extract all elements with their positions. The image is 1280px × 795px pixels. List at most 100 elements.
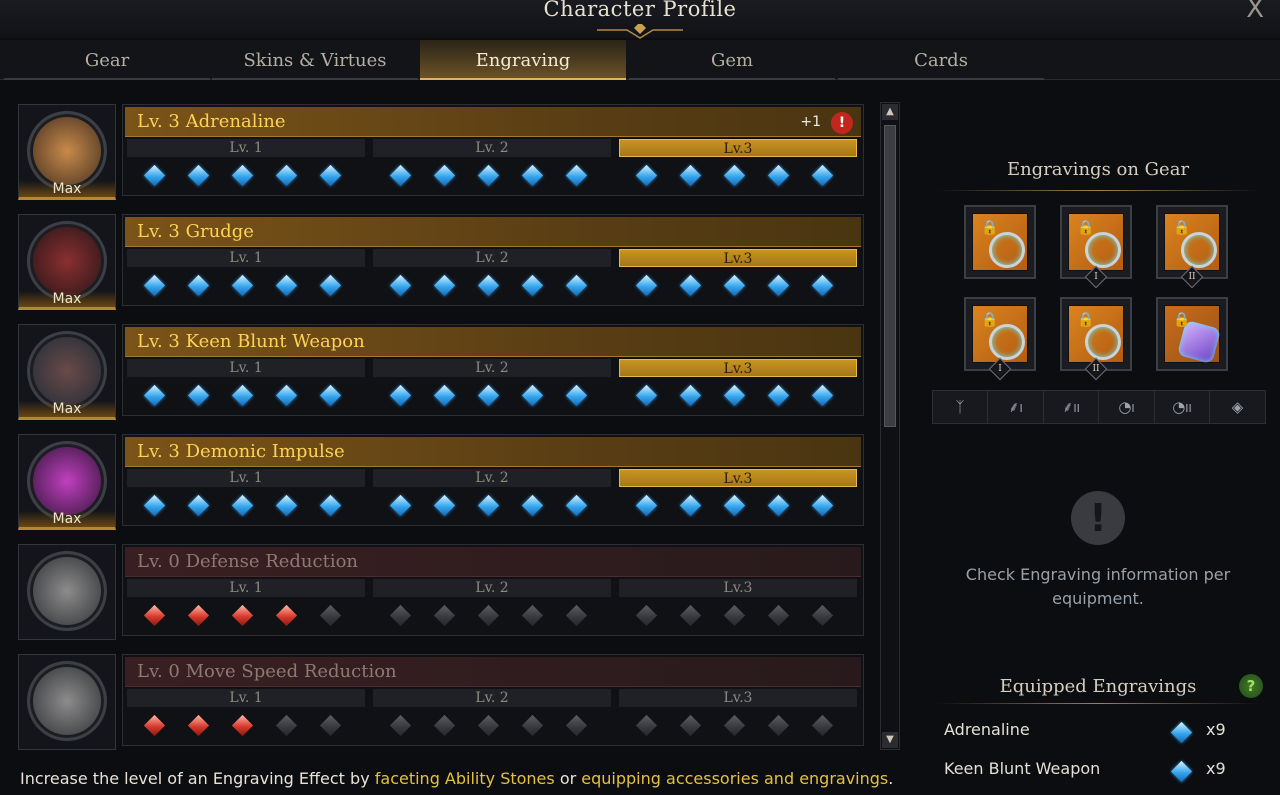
slot-numeral-label: I <box>998 364 1002 374</box>
engraving-node-icon <box>811 274 834 297</box>
level-group: Lv.3 <box>619 249 857 303</box>
engraving-node-icon <box>521 494 544 517</box>
tab-gem[interactable]: Gem <box>629 40 835 80</box>
engraving-row[interactable]: Max Lv. 3 Keen Blunt Weapon Lv. 1 Lv. 2 Lv.3 <box>14 320 866 420</box>
scroll-thumb[interactable] <box>884 125 896 427</box>
engraving-node-icon <box>723 384 746 407</box>
engraving-node-icon <box>635 274 658 297</box>
footer-prefix: Increase the level of an Engraving Effec… <box>20 769 375 788</box>
engraving-row[interactable]: Max Lv. 3 Grudge Lv. 1 Lv. 2 Lv.3 <box>14 210 866 310</box>
engraving-panel: Lv. 3 Demonic Impulse Lv. 1 Lv. 2 Lv.3 <box>122 434 864 526</box>
earring-icon <box>1181 232 1217 268</box>
engraving-node-icon <box>187 384 210 407</box>
engraving-node-icon <box>565 604 588 627</box>
level-label: Lv. 1 <box>127 579 365 597</box>
engraving-name-bar: Lv. 3 Grudge <box>125 217 861 247</box>
level-label: Lv. 2 <box>373 469 611 487</box>
gear-slot[interactable]: 🔒 <box>1156 297 1228 371</box>
scrollbar[interactable]: ▲ ▼ <box>880 102 900 750</box>
engraving-name-bar: Lv. 3 Adrenaline +1! <box>125 107 861 137</box>
footer-suffix: . <box>888 769 894 788</box>
engraving-name: Lv. 0 Move Speed Reduction <box>137 661 397 682</box>
ring-1-filter-icon[interactable]: ◔I <box>1100 391 1155 423</box>
scroll-down-icon[interactable]: ▼ <box>882 732 898 748</box>
close-icon[interactable]: X <box>1246 0 1264 24</box>
scroll-up-icon[interactable]: ▲ <box>882 104 898 120</box>
engraving-icon <box>27 551 107 631</box>
engraving-node-icon <box>635 494 658 517</box>
gear-slot[interactable]: 🔒 I <box>964 297 1036 381</box>
tab-cards[interactable]: Cards <box>838 40 1044 80</box>
engraving-node-icon <box>477 714 500 737</box>
engraving-node-icon <box>433 714 456 737</box>
help-icon[interactable]: ? <box>1239 674 1263 698</box>
engraving-row[interactable]: Max Lv. 3 Adrenaline +1! Lv. 1 Lv. 2 Lv.3 <box>14 100 866 200</box>
engraving-row[interactable]: Max Lv. 3 Demonic Impulse Lv. 1 Lv. 2 Lv.3 <box>14 430 866 530</box>
lock-icon: 🔒 <box>1173 220 1191 236</box>
engraving-node-icon <box>635 604 658 627</box>
ring-2-filter-glyph: ◔ <box>1172 398 1186 416</box>
tab-engraving[interactable]: Engraving <box>420 40 626 80</box>
earring-2-filter-icon[interactable]: ⸙II <box>1044 391 1099 423</box>
engraving-node-icon <box>521 274 544 297</box>
stone-filter-icon[interactable]: ◈ <box>1211 391 1266 423</box>
engraving-node-icon <box>231 274 254 297</box>
engraving-node-icon <box>275 274 298 297</box>
engraving-node-icon <box>1170 760 1193 783</box>
necklace-filter-icon[interactable]: ᛉ <box>933 391 988 423</box>
earring-1-filter-icon[interactable]: ⸙I <box>989 391 1044 423</box>
slot-numeral-label: II <box>1092 364 1100 374</box>
engraving-node-icon <box>231 494 254 517</box>
engraving-node-icon <box>143 384 166 407</box>
engraving-node-icon <box>477 494 500 517</box>
engraving-node-icon <box>477 274 500 297</box>
engraving-panel: Lv. 0 Move Speed Reduction Lv. 1 Lv. 2 Lv.3 <box>122 654 864 746</box>
node-row <box>631 274 851 297</box>
engraving-node-icon <box>187 494 210 517</box>
level-label: Lv. 2 <box>373 359 611 377</box>
equipping-link[interactable]: equipping accessories and engravings <box>581 769 888 788</box>
earring-1-filter-glyph: ⸙ <box>1008 398 1020 416</box>
equipped-engraving-count: x9 <box>1206 720 1226 739</box>
alert-icon[interactable]: ! <box>831 112 853 134</box>
engraving-node-icon <box>275 384 298 407</box>
slot-numeral-label: II <box>1188 272 1196 282</box>
necklace-icon <box>989 232 1025 268</box>
gear-slot[interactable]: 🔒 I <box>1060 205 1132 289</box>
level-group: Lv.3 <box>619 359 857 413</box>
engraving-panel: Lv. 3 Adrenaline +1! Lv. 1 Lv. 2 Lv.3 <box>122 104 864 196</box>
gear-slot[interactable]: 🔒 II <box>1156 205 1228 289</box>
engraving-node-icon <box>319 604 342 627</box>
engraving-name: Lv. 3 Demonic Impulse <box>137 441 345 462</box>
engraving-node-icon <box>811 164 834 187</box>
gear-slot[interactable]: 🔒 <box>964 205 1036 279</box>
lock-icon: 🔒 <box>981 312 999 328</box>
ring-2-filter-icon[interactable]: ◔II <box>1155 391 1210 423</box>
engraving-node-icon <box>477 384 500 407</box>
engraving-node-icon <box>143 274 166 297</box>
gear-slot[interactable]: 🔒 II <box>1060 297 1132 381</box>
engraving-node-icon <box>319 494 342 517</box>
node-row <box>139 494 359 517</box>
engraving-node-icon <box>679 714 702 737</box>
filter-numeral: II <box>1185 402 1192 415</box>
engraving-node-icon <box>565 274 588 297</box>
level-label: Lv. 1 <box>127 249 365 267</box>
engraving-portrait <box>18 654 116 750</box>
engraving-row[interactable]: Lv. 0 Defense Reduction Lv. 1 Lv. 2 Lv.3 <box>14 540 866 640</box>
node-row <box>139 604 359 627</box>
engraving-node-icon <box>1170 721 1193 744</box>
lock-icon: 🔒 <box>1077 220 1095 236</box>
engraving-node-icon <box>389 274 412 297</box>
level-label: Lv. 2 <box>373 249 611 267</box>
engraving-node-icon <box>231 604 254 627</box>
level-group: Lv.3 <box>619 139 857 193</box>
tab-gear[interactable]: Gear <box>4 40 210 80</box>
engraving-node-icon <box>143 164 166 187</box>
engraving-row[interactable]: Lv. 0 Move Speed Reduction Lv. 1 Lv. 2 Lv.3 <box>14 650 866 750</box>
faceting-link[interactable]: faceting Ability Stones <box>375 769 555 788</box>
engraving-node-icon <box>231 384 254 407</box>
window-title: Character Profile <box>543 0 737 21</box>
tab-skins-virtues[interactable]: Skins & Virtues <box>212 40 418 80</box>
engraving-node-icon <box>319 714 342 737</box>
